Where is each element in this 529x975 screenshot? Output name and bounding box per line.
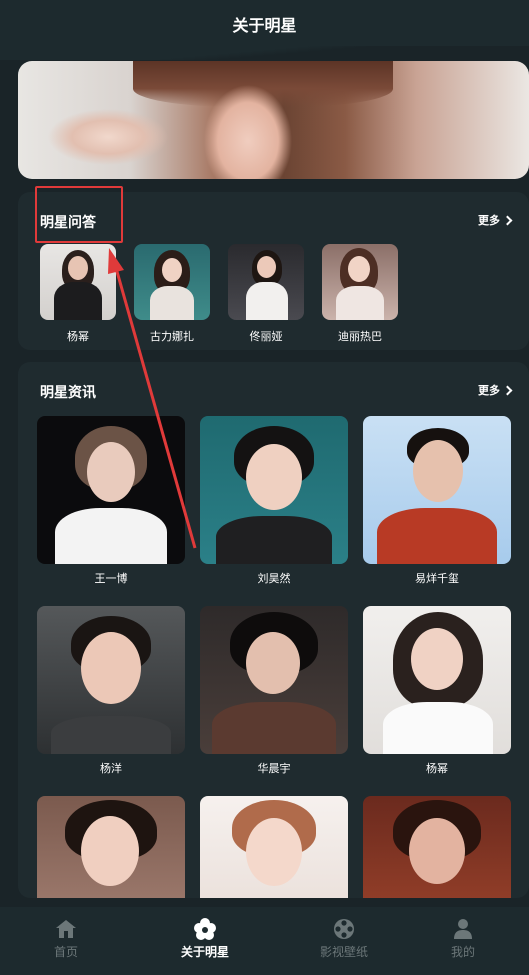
qa-name: 佟丽娅	[249, 330, 283, 343]
banner-image[interactable]	[18, 61, 529, 179]
banner-face-shape	[178, 61, 348, 179]
news-photo	[37, 796, 185, 898]
qa-item[interactable]: 佟丽娅	[228, 244, 304, 343]
news-name: 易烊千玺	[415, 572, 459, 585]
film-reel-icon	[333, 918, 355, 940]
news-item[interactable]	[363, 796, 511, 898]
news-item[interactable]: 杨幂	[363, 606, 511, 775]
tab-mine[interactable]: 我的	[397, 907, 529, 975]
qa-name: 古力娜扎	[150, 330, 194, 343]
qa-name: 杨幂	[67, 330, 89, 343]
news-item[interactable]: 易烊千玺	[363, 416, 511, 585]
page-title: 关于明星	[232, 16, 297, 35]
star-news-more-link[interactable]: 更多	[478, 382, 513, 398]
news-name: 华晨宇	[257, 762, 291, 775]
more-label: 更多	[478, 214, 500, 227]
news-photo	[363, 796, 511, 898]
qa-item[interactable]: 杨幂	[40, 244, 116, 343]
news-photo	[37, 416, 185, 564]
home-icon	[55, 918, 77, 940]
banner-hand-shape	[38, 101, 178, 171]
tab-wallpapers-label: 影视壁纸	[319, 945, 368, 959]
top-bar: 关于明星	[0, 0, 529, 48]
qa-name: 迪丽热巴	[338, 330, 382, 343]
star-news-title: 明星资讯	[40, 385, 96, 401]
news-name: 杨幂	[426, 762, 448, 775]
qa-avatar	[134, 244, 210, 320]
news-photo	[200, 416, 348, 564]
qa-avatar	[228, 244, 304, 320]
tab-about-stars-label: 关于明星	[180, 945, 229, 959]
news-photo	[363, 416, 511, 564]
news-item[interactable]	[200, 796, 348, 898]
qa-avatar	[322, 244, 398, 320]
qa-item[interactable]: 古力娜扎	[134, 244, 210, 343]
chevron-right-icon	[502, 385, 513, 395]
user-icon	[452, 918, 474, 940]
news-name: 杨洋	[100, 762, 122, 775]
header-divider	[0, 46, 529, 60]
tab-about-stars[interactable]: 关于明星	[139, 907, 271, 975]
qa-avatar	[40, 244, 116, 320]
star-qa-more-link[interactable]: 更多	[478, 212, 513, 228]
more-label: 更多	[478, 384, 500, 397]
news-item[interactable]	[37, 796, 185, 898]
news-item[interactable]: 刘昊然	[200, 416, 348, 585]
annotation-highlight-box	[35, 186, 123, 243]
star-flower-icon	[194, 918, 216, 940]
news-photo	[37, 606, 185, 754]
tab-mine-label: 我的	[450, 945, 475, 959]
news-name: 王一博	[94, 572, 128, 585]
tab-wallpapers[interactable]: 影视壁纸	[278, 907, 410, 975]
news-photo	[200, 606, 348, 754]
qa-item[interactable]: 迪丽热巴	[322, 244, 398, 343]
news-item[interactable]: 王一博	[37, 416, 185, 585]
news-photo	[363, 606, 511, 754]
news-name: 刘昊然	[257, 572, 291, 585]
news-item[interactable]: 华晨宇	[200, 606, 348, 775]
news-photo	[200, 796, 348, 898]
chevron-right-icon	[502, 215, 513, 225]
tab-home[interactable]: 首页	[0, 907, 132, 975]
tab-home-label: 首页	[53, 945, 78, 959]
news-item[interactable]: 杨洋	[37, 606, 185, 775]
star-news-section: 明星资讯 更多 王一博 刘昊然 易烊千玺 杨洋 华晨宇 杨幂	[18, 362, 529, 898]
bottom-tab-bar: 首页 关于明星 影视壁纸 我的	[0, 907, 529, 975]
